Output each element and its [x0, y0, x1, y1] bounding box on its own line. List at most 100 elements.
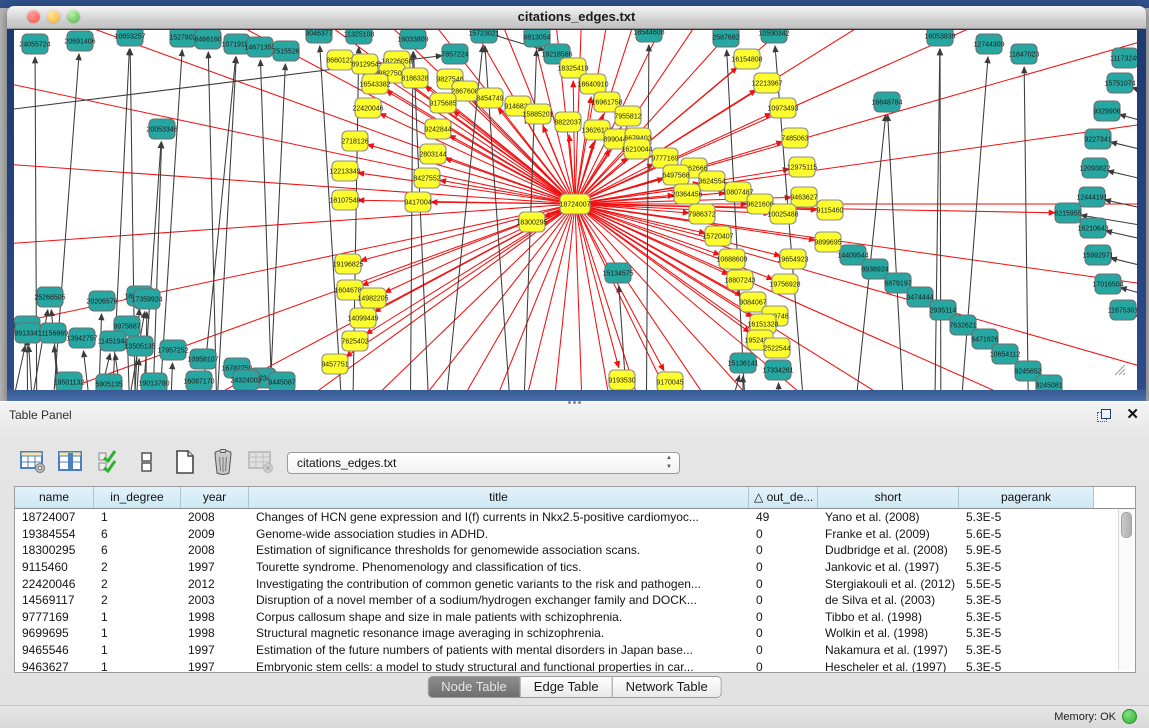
window-titlebar[interactable]: citations_edges.txt — [7, 6, 1146, 29]
table-cell-in_degree[interactable]: 2 — [94, 577, 181, 591]
network-table-select[interactable]: citations_edges.txt ▲▼ — [287, 452, 680, 474]
table-row[interactable]: 1830029562008Estimation of significance … — [15, 542, 1135, 559]
table-cell-in_degree[interactable]: 1 — [94, 626, 181, 640]
table-cell-in_degree[interactable]: 6 — [94, 527, 181, 541]
column-header-title[interactable]: title — [249, 487, 749, 508]
table-cell-in_degree[interactable]: 1 — [94, 610, 181, 624]
table-cell-year[interactable]: 2009 — [181, 527, 249, 541]
table-row[interactable]: 946554611997Estimation of the future num… — [15, 642, 1135, 659]
table-cell-name[interactable]: 9465546 — [15, 643, 94, 657]
table-cell-name[interactable]: 9463627 — [15, 660, 94, 673]
table-cell-short[interactable]: Wolkin et al. (1998) — [818, 626, 959, 640]
select-columns-icon[interactable] — [94, 446, 124, 478]
table-cell-title[interactable]: Embryonic stem cells: a model to study s… — [249, 660, 749, 673]
table-cell-short[interactable]: Tibbo et al. (1998) — [818, 610, 959, 624]
table-cell-pagerank[interactable]: 5.3E-5 — [959, 660, 1094, 673]
table-cell-short[interactable]: de Silva et al. (2003) — [818, 593, 959, 607]
table-cell-in_degree[interactable]: 2 — [94, 560, 181, 574]
table-cell-short[interactable]: Franke et al. (2009) — [818, 527, 959, 541]
new-table-icon[interactable] — [170, 446, 200, 478]
table-row[interactable]: 1872400712008Changes of HCN gene express… — [15, 509, 1135, 526]
table-cell-pagerank[interactable]: 5.6E-5 — [959, 527, 1094, 541]
table-cell-year[interactable]: 2008 — [181, 543, 249, 557]
resize-grip[interactable] — [1112, 362, 1126, 376]
table-cell-out_degree[interactable]: 0 — [749, 660, 818, 673]
tab-edge-table[interactable]: Edge Table — [521, 676, 613, 698]
table-cell-year[interactable]: 2012 — [181, 577, 249, 591]
table-cell-out_degree[interactable]: 0 — [749, 577, 818, 591]
add-column-icon[interactable] — [56, 446, 86, 478]
table-cell-name[interactable]: 18724007 — [15, 510, 94, 524]
table-cell-out_degree[interactable]: 0 — [749, 527, 818, 541]
table-row[interactable]: 1456911722003Disruption of a novel membe… — [15, 592, 1135, 609]
table-cell-out_degree[interactable]: 0 — [749, 560, 818, 574]
table-cell-out_degree[interactable]: 0 — [749, 643, 818, 657]
scrollbar-thumb[interactable] — [1121, 512, 1132, 538]
table-row[interactable]: 977716911998Corpus callosum shape and si… — [15, 609, 1135, 626]
table-cell-name[interactable]: 14569117 — [15, 593, 94, 607]
table-cell-short[interactable]: Dudbridge et al. (2008) — [818, 543, 959, 557]
table-cell-in_degree[interactable]: 1 — [94, 510, 181, 524]
table-cell-year[interactable]: 1998 — [181, 610, 249, 624]
table-cell-out_degree[interactable]: 0 — [749, 610, 818, 624]
table-cell-name[interactable]: 9115460 — [15, 560, 94, 574]
table-cell-title[interactable]: Tourette syndrome. Phenomenology and cla… — [249, 560, 749, 574]
table-cell-in_degree[interactable]: 1 — [94, 643, 181, 657]
tab-node-table[interactable]: Node Table — [427, 676, 521, 698]
table-cell-title[interactable]: Investigating the contribution of common… — [249, 577, 749, 591]
tab-network-table[interactable]: Network Table — [613, 676, 722, 698]
column-header-name[interactable]: name — [15, 487, 94, 508]
table-cell-year[interactable]: 1997 — [181, 660, 249, 673]
table-cell-in_degree[interactable]: 6 — [94, 543, 181, 557]
table-cell-name[interactable]: 19384554 — [15, 527, 94, 541]
delete-rows-icon[interactable] — [208, 446, 238, 478]
table-row[interactable]: 969969511998Structural magnetic resonanc… — [15, 625, 1135, 642]
table-row[interactable]: 911546021997Tourette syndrome. Phenomeno… — [15, 559, 1135, 576]
table-cell-title[interactable]: Changes of HCN gene expression and I(f) … — [249, 510, 749, 524]
table-cell-name[interactable]: 18300295 — [15, 543, 94, 557]
table-cell-pagerank[interactable]: 5.9E-5 — [959, 543, 1094, 557]
table-cell-short[interactable]: Nakamura et al. (1997) — [818, 643, 959, 657]
memory-status-indicator[interactable] — [1122, 709, 1137, 724]
table-cell-year[interactable]: 1997 — [181, 560, 249, 574]
table-cell-name[interactable]: 9699695 — [15, 626, 94, 640]
table-cell-in_degree[interactable]: 2 — [94, 593, 181, 607]
table-cell-pagerank[interactable]: 5.3E-5 — [959, 593, 1094, 607]
table-cell-year[interactable]: 1998 — [181, 626, 249, 640]
table-cell-title[interactable]: Estimation of significance thresholds fo… — [249, 543, 749, 557]
row-height-icon[interactable] — [132, 446, 162, 478]
table-cell-title[interactable]: Genome-wide association studies in ADHD. — [249, 527, 749, 541]
table-cell-pagerank[interactable]: 5.3E-5 — [959, 643, 1094, 657]
table-cell-pagerank[interactable]: 5.3E-5 — [959, 610, 1094, 624]
table-cell-name[interactable]: 9777169 — [15, 610, 94, 624]
table-cell-pagerank[interactable]: 5.5E-5 — [959, 577, 1094, 591]
table-cell-out_degree[interactable]: 0 — [749, 593, 818, 607]
table-cell-title[interactable]: Structural magnetic resonance image aver… — [249, 626, 749, 640]
table-row[interactable]: 946362711997Embryonic stem cells: a mode… — [15, 658, 1135, 673]
table-cell-pagerank[interactable]: 5.3E-5 — [959, 510, 1094, 524]
table-cell-out_degree[interactable]: 49 — [749, 510, 818, 524]
column-header-short[interactable]: short — [818, 487, 959, 508]
table-row[interactable]: 2242004622012Investigating the contribut… — [15, 575, 1135, 592]
table-cell-year[interactable]: 2003 — [181, 593, 249, 607]
table-cell-title[interactable]: Estimation of the future numbers of pati… — [249, 643, 749, 657]
table-cell-short[interactable]: Jankovic et al. (1997) — [818, 560, 959, 574]
table-cell-name[interactable]: 22420046 — [15, 577, 94, 591]
close-panel-icon[interactable]: ✕ — [1126, 406, 1139, 424]
column-header-pagerank[interactable]: pagerank — [959, 487, 1094, 508]
column-header-year[interactable]: year — [181, 487, 249, 508]
vertical-scrollbar[interactable] — [1118, 509, 1132, 670]
table-cell-title[interactable]: Corpus callosum shape and size in male p… — [249, 610, 749, 624]
table-cell-year[interactable]: 1997 — [181, 643, 249, 657]
table-cell-short[interactable]: Stergiakouli et al. (2012) — [818, 577, 959, 591]
table-row[interactable]: 1938455462009Genome-wide association stu… — [15, 526, 1135, 543]
column-header-out_degree[interactable]: △ out_de... — [749, 487, 818, 508]
network-canvas[interactable]: 1872400724055724206914061065325715278028… — [14, 30, 1137, 390]
column-header-in_degree[interactable]: in_degree — [94, 487, 181, 508]
table-cell-out_degree[interactable]: 0 — [749, 543, 818, 557]
table-cell-year[interactable]: 2008 — [181, 510, 249, 524]
table-cell-short[interactable]: Hescheler et al. (1997) — [818, 660, 959, 673]
table-cell-pagerank[interactable]: 5.3E-5 — [959, 560, 1094, 574]
table-cell-title[interactable]: Disruption of a novel member of a sodium… — [249, 593, 749, 607]
float-panel-icon[interactable] — [1097, 409, 1111, 422]
